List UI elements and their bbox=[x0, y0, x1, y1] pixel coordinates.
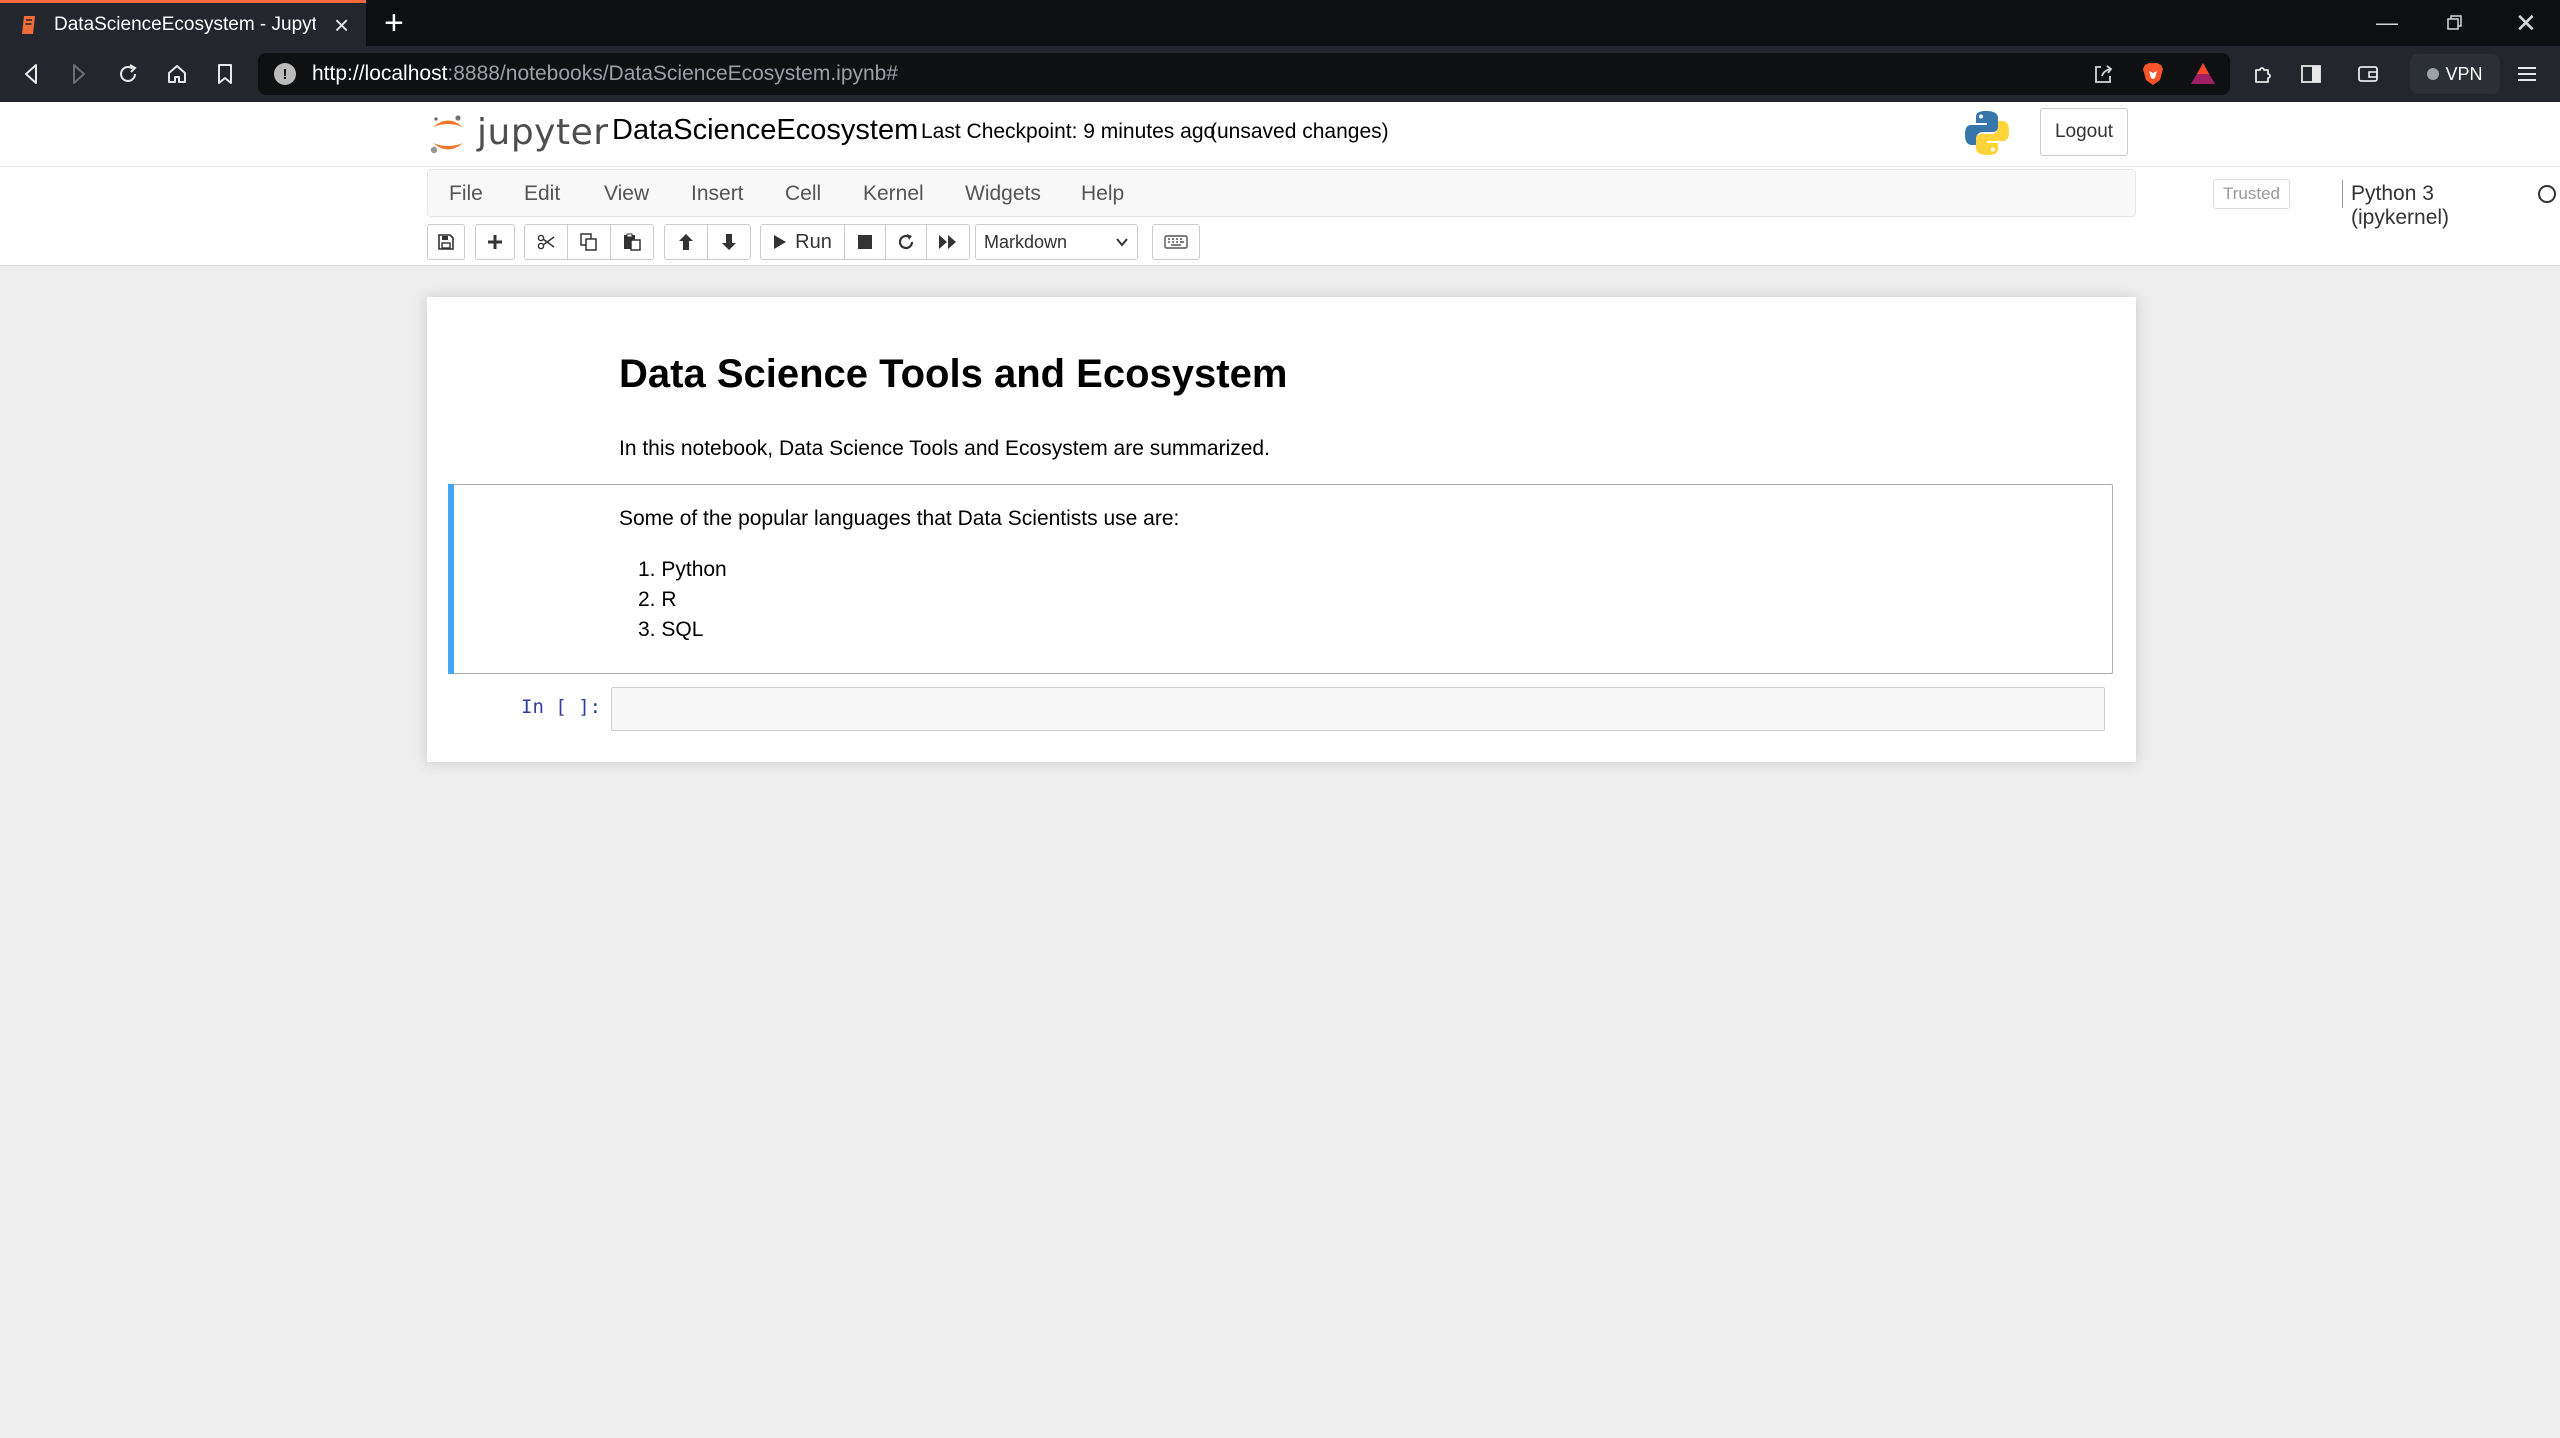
kernel-name[interactable]: Python 3 (ipykernel) bbox=[2351, 182, 2449, 230]
notebook-container: Data Science Tools and Ecosystem In this… bbox=[427, 297, 2136, 762]
vpn-status-icon bbox=[2427, 68, 2440, 80]
paste-button[interactable] bbox=[610, 224, 654, 260]
notebook-menu-strip: File Edit View Insert Cell Kernel Widget… bbox=[0, 166, 2560, 266]
cell-type-value: Markdown bbox=[984, 231, 1068, 252]
bookmark-icon[interactable] bbox=[210, 59, 240, 89]
info-icon[interactable]: ! bbox=[274, 63, 296, 85]
kernel-idle-icon bbox=[2538, 185, 2556, 203]
menu-kernel[interactable]: Kernel bbox=[863, 182, 924, 206]
paste-icon bbox=[624, 233, 641, 251]
chevron-down-icon bbox=[1116, 238, 1128, 247]
interrupt-button[interactable] bbox=[844, 224, 886, 260]
copy-button[interactable] bbox=[567, 224, 611, 260]
kernel-separator bbox=[2342, 180, 2343, 208]
jupyter-header: jupyter DataScienceEcosystem Last Checkp… bbox=[0, 102, 2560, 166]
insert-cell-button[interactable] bbox=[475, 224, 515, 260]
list-item: 3. SQL bbox=[638, 618, 704, 641]
restart-icon bbox=[898, 234, 914, 250]
menu-file[interactable]: File bbox=[449, 182, 483, 206]
bat-icon[interactable] bbox=[2190, 62, 2216, 91]
home-icon[interactable] bbox=[162, 59, 192, 89]
cell-type-select[interactable]: Markdown bbox=[975, 224, 1138, 260]
checkpoint-status: Last Checkpoint: 9 minutes ago bbox=[921, 120, 1216, 143]
copy-icon bbox=[580, 233, 597, 251]
cut-icon bbox=[537, 234, 555, 250]
markdown-heading: Data Science Tools and Ecosystem bbox=[619, 352, 1288, 396]
save-button[interactable] bbox=[427, 224, 465, 260]
restart-button[interactable] bbox=[885, 224, 927, 260]
menu-edit[interactable]: Edit bbox=[524, 182, 560, 206]
plus-icon[interactable]: + bbox=[384, 6, 404, 40]
code-cell-input[interactable] bbox=[611, 687, 2105, 731]
jupyter-logo-icon bbox=[430, 115, 463, 154]
move-down-button[interactable] bbox=[707, 224, 751, 260]
brave-icon[interactable] bbox=[2140, 61, 2166, 92]
forward-icon[interactable] bbox=[64, 59, 94, 89]
trusted-indicator[interactable]: Trusted bbox=[2213, 179, 2290, 209]
add-cell-icon bbox=[488, 235, 502, 249]
share-icon[interactable] bbox=[2092, 63, 2114, 90]
back-icon[interactable] bbox=[16, 59, 46, 89]
tab-favicon-icon bbox=[20, 14, 38, 36]
restart-run-all-button[interactable] bbox=[926, 224, 970, 260]
address-bar[interactable]: ! http://localhost:8888/notebooks/DataSc… bbox=[258, 53, 2230, 95]
menubar: File Edit View Insert Cell Kernel Widget… bbox=[427, 169, 2556, 229]
notebook-name[interactable]: DataScienceEcosystem bbox=[612, 114, 918, 147]
url-text: http://localhost:8888/notebooks/DataScie… bbox=[312, 62, 899, 85]
close-icon[interactable]: × bbox=[334, 12, 349, 38]
menu-help[interactable]: Help bbox=[1081, 182, 1124, 206]
reload-icon[interactable] bbox=[113, 59, 143, 89]
vpn-button[interactable]: VPN bbox=[2410, 54, 2500, 94]
input-prompt: In [ ]: bbox=[521, 696, 602, 718]
jupyter-logo[interactable]: jupyter bbox=[428, 112, 608, 158]
restore-icon[interactable] bbox=[2446, 6, 2464, 42]
run-icon bbox=[774, 235, 787, 249]
browser-tab-bar: DataScienceEcosystem - Jupyter × + — ✕ bbox=[0, 0, 2560, 46]
menu-insert[interactable]: Insert bbox=[691, 182, 744, 206]
list-item: 2. R bbox=[638, 588, 677, 611]
save-icon bbox=[438, 234, 454, 250]
menu-widgets[interactable]: Widgets bbox=[965, 182, 1041, 206]
jupyter-logo-text: jupyter bbox=[477, 112, 609, 153]
menu-cell[interactable]: Cell bbox=[785, 182, 821, 206]
browser-tab-active[interactable]: DataScienceEcosystem - Jupyter × bbox=[0, 0, 366, 46]
menu-view[interactable]: View bbox=[604, 182, 649, 206]
run-button[interactable]: Run bbox=[760, 224, 845, 260]
languages-lead: Some of the popular languages that Data … bbox=[619, 507, 1180, 530]
command-palette-button[interactable] bbox=[1152, 224, 1200, 260]
move-down-icon bbox=[722, 234, 736, 250]
window-close-icon[interactable]: ✕ bbox=[2515, 6, 2537, 40]
vpn-label: VPN bbox=[2445, 63, 2483, 84]
extensions-icon[interactable] bbox=[2248, 59, 2278, 89]
tab-title: DataScienceEcosystem - Jupyter bbox=[54, 13, 316, 35]
list-item: 1. Python bbox=[638, 558, 727, 581]
selected-cell-indicator bbox=[448, 484, 454, 674]
minimize-icon[interactable]: — bbox=[2376, 6, 2398, 40]
move-up-icon bbox=[679, 234, 693, 250]
keyboard-icon bbox=[1164, 235, 1188, 249]
browser-toolbar: ! http://localhost:8888/notebooks/DataSc… bbox=[0, 46, 2560, 102]
cut-button[interactable] bbox=[524, 224, 568, 260]
wallet-icon[interactable] bbox=[2353, 59, 2383, 89]
fast-forward-icon bbox=[939, 235, 956, 249]
markdown-intro: In this notebook, Data Science Tools and… bbox=[619, 437, 1270, 460]
python-logo-icon bbox=[1965, 111, 2009, 155]
sidebar-icon[interactable] bbox=[2296, 59, 2326, 89]
menu-icon[interactable] bbox=[2512, 59, 2542, 89]
autosave-status: (unsaved changes) bbox=[1210, 120, 1389, 143]
move-up-button[interactable] bbox=[664, 224, 708, 260]
stop-icon bbox=[858, 235, 872, 249]
run-label: Run bbox=[795, 230, 832, 253]
logout-button[interactable]: Logout bbox=[2040, 108, 2128, 156]
